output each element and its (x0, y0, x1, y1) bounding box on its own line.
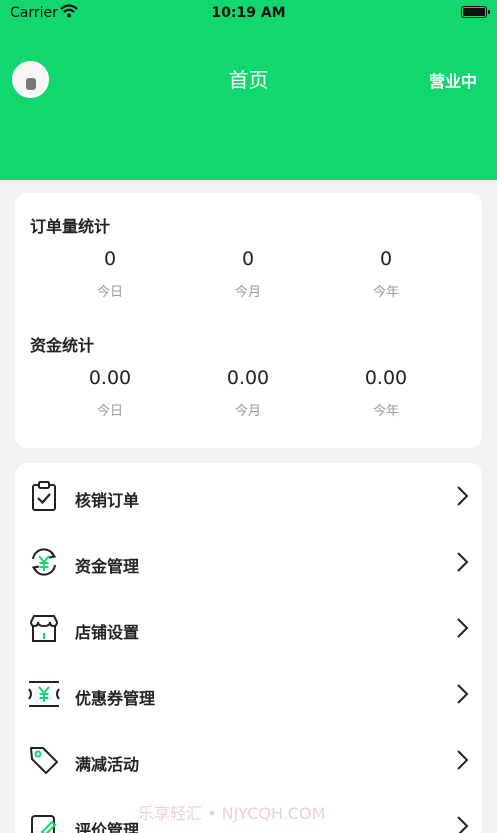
chevron-right-icon (457, 552, 469, 572)
stat-value: 0.00 (88, 367, 132, 389)
order-stat-year: 0 今年 (326, 248, 446, 300)
stat-value: 0 (103, 248, 117, 270)
fund-stats-title: 资金统计 (30, 336, 95, 355)
status-time: 10:19 AM (211, 5, 286, 21)
menu-label: 优惠券管理 (75, 689, 156, 708)
chevron-right-icon (457, 618, 469, 638)
chevron-right-icon (457, 684, 469, 704)
page-title: 首页 (228, 68, 269, 92)
order-stat-month: 0 今月 (188, 248, 308, 300)
watermark: 乐享轻汇 • NJYCQH.COM (138, 804, 326, 823)
menu-label: 评价管理 (75, 821, 140, 833)
stat-value: 0.00 (364, 367, 408, 389)
stat-value: 0.00 (226, 367, 270, 389)
menu-item-discount-promotion[interactable]: 满减活动 (15, 729, 482, 789)
menu-label: 核销订单 (75, 491, 140, 510)
menu-label: 满减活动 (75, 755, 140, 774)
status-bar: Carrier 10:19 AM (0, 0, 497, 26)
stat-label: 今年 (372, 404, 399, 419)
menu-item-verify-orders[interactable]: 核销订单 (15, 465, 482, 525)
chevron-right-icon (457, 486, 469, 506)
app-header: Carrier 10:19 AM 首页 营业中 (0, 0, 497, 180)
statistics-card: 订单量统计 0 今日 0 今月 0 今年 资金统计 0.00 今日 0.00 今… (15, 193, 482, 448)
stat-value: 0 (379, 248, 393, 270)
coupon-icon (28, 681, 60, 707)
stat-label: 今日 (96, 404, 123, 419)
fund-stat-year: 0.00 今年 (326, 367, 446, 419)
order-stat-today: 0 今日 (50, 248, 170, 300)
price-tag-icon (30, 747, 58, 774)
clipboard-check-icon (32, 481, 56, 511)
menu-label: 店铺设置 (75, 623, 140, 642)
fund-stat-today: 0.00 今日 (50, 367, 170, 419)
menu-item-store-settings[interactable]: 店铺设置 (15, 597, 482, 657)
business-status-label[interactable]: 营业中 (429, 68, 477, 92)
stat-value: 0 (241, 248, 255, 270)
chevron-right-icon (457, 816, 469, 833)
menu-card: 核销订单 资金管理 店铺设置 优惠券管理 满减活动 评价管理 (15, 463, 482, 833)
stat-label: 今年 (372, 285, 399, 300)
stat-label: 今日 (96, 285, 123, 300)
edit-review-icon (31, 815, 57, 833)
stat-label: 今月 (234, 404, 261, 419)
chevron-right-icon (457, 750, 469, 770)
menu-item-fund-management[interactable]: 资金管理 (15, 531, 482, 591)
shop-icon (29, 615, 59, 642)
menu-item-coupon-management[interactable]: 优惠券管理 (15, 663, 482, 723)
stat-label: 今月 (234, 285, 261, 300)
menu-label: 资金管理 (75, 557, 140, 576)
order-stats-title: 订单量统计 (30, 217, 111, 236)
battery-icon (461, 6, 490, 18)
fund-stat-month: 0.00 今月 (188, 367, 308, 419)
yuan-refresh-icon (31, 548, 57, 576)
